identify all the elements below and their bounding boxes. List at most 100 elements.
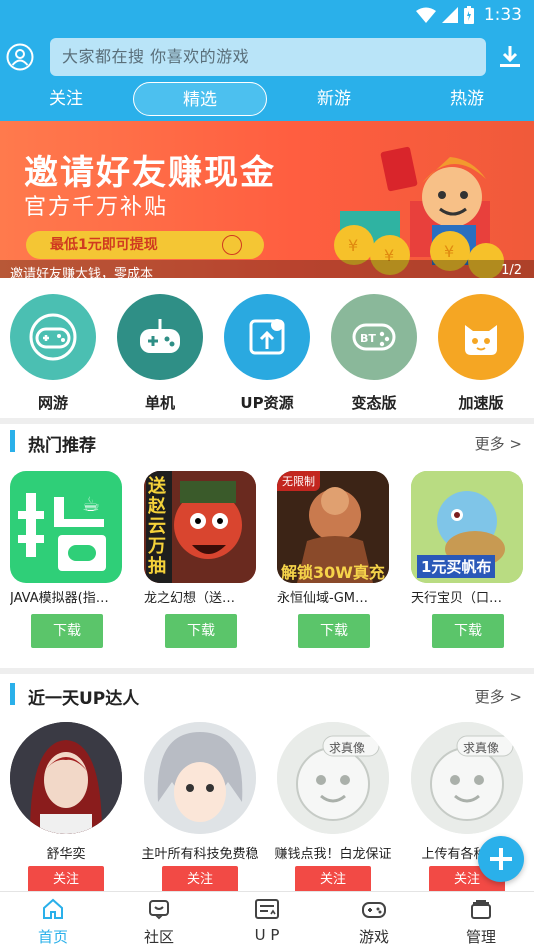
signal-icon xyxy=(441,7,458,23)
section-accent-bar xyxy=(10,683,15,705)
nav-manage[interactable]: 管理 xyxy=(436,896,526,947)
user-avatar: 求真像 xyxy=(277,722,389,834)
category-modded[interactable]: BT 变态版 xyxy=(331,294,417,413)
hot-section-title: 热门推荐 xyxy=(28,436,96,456)
status-icons: 1:33 xyxy=(415,4,522,26)
user-avatar xyxy=(144,722,256,834)
battery-icon xyxy=(463,6,474,24)
category-single-player[interactable]: 单机 xyxy=(117,294,203,413)
avatar-bubble-text: 求真像 xyxy=(329,741,366,755)
banner-subtitle: 官方千万补贴 xyxy=(24,195,169,220)
header: 1:33 大家都在搜 你喜欢的游戏 关注 精选 新游 热游 xyxy=(0,0,534,121)
nav-up[interactable]: U P xyxy=(222,896,312,944)
download-icon[interactable] xyxy=(498,44,522,70)
bottom-nav: 首页 社区 U P 游戏 管理 xyxy=(0,891,534,950)
up-more-link[interactable]: 更多 > xyxy=(475,686,522,707)
category-label: 变态版 xyxy=(351,394,397,412)
user-avatar-icon[interactable] xyxy=(6,43,34,71)
game-art-text: 解锁30W真充 xyxy=(281,563,385,582)
download-button[interactable]: 下载 xyxy=(432,614,504,648)
up-section-title: 近一天UP达人 xyxy=(28,689,140,709)
banner-illustration: ¥ ¥ ¥ xyxy=(334,146,504,278)
download-button[interactable]: 下载 xyxy=(165,614,237,648)
top-tabs: 关注 精选 新游 热游 xyxy=(0,82,534,118)
nav-label: U P xyxy=(254,926,280,944)
category-up-resources[interactable]: UP资源 xyxy=(224,294,310,413)
svg-text:¥: ¥ xyxy=(348,236,358,255)
nav-community[interactable]: 社区 xyxy=(114,896,204,947)
gamepad-icon xyxy=(117,294,203,380)
up-user-card[interactable] xyxy=(10,722,122,834)
user-avatar: 求真像 xyxy=(411,722,523,834)
nav-games[interactable]: 游戏 xyxy=(329,896,419,947)
category-label: 单机 xyxy=(144,394,175,412)
banner-title: 邀请好友赚现金 xyxy=(24,153,276,193)
user-name: 主叶所有科技免费稳 xyxy=(141,847,259,862)
game-name: 龙之幻想（送… xyxy=(144,591,236,606)
up-user-card[interactable]: 求真像 xyxy=(411,722,523,834)
category-label: UP资源 xyxy=(240,394,294,412)
svg-text:BT: BT xyxy=(360,332,376,345)
section-divider xyxy=(0,418,534,424)
add-fab-button[interactable] xyxy=(478,836,524,882)
status-bar: 1:33 xyxy=(0,0,534,30)
bt-gamepad-icon: BT xyxy=(331,294,417,380)
user-avatar xyxy=(10,722,122,834)
game-name: 永恒仙域-GM… xyxy=(277,591,368,606)
manage-icon xyxy=(471,900,491,919)
nav-label: 首页 xyxy=(37,928,68,946)
game-thumbnail: 1元买帆布 xyxy=(411,471,523,583)
banner-caption: 邀请好友赚大钱，零成本 xyxy=(10,267,154,282)
tab-hot-games[interactable]: 热游 xyxy=(431,82,503,116)
category-label: 加速版 xyxy=(458,394,504,412)
category-online-games[interactable]: 网游 xyxy=(10,294,96,413)
hot-more-link[interactable]: 更多 > xyxy=(475,433,522,454)
up-user-card[interactable] xyxy=(144,722,256,834)
follow-button[interactable]: 关注 xyxy=(295,866,371,894)
wifi-icon xyxy=(415,7,436,23)
game-card[interactable]: ☕ JAVA模拟器(指… xyxy=(10,471,122,606)
up-icon xyxy=(255,899,279,919)
user-name: 舒华奕 xyxy=(46,847,86,862)
game-name: 天行宝贝（口… xyxy=(411,591,503,606)
nav-home[interactable]: 首页 xyxy=(8,896,98,947)
arrow-right-icon xyxy=(222,235,242,255)
home-icon xyxy=(43,898,63,919)
svg-text:☕: ☕ xyxy=(82,492,100,516)
app-root: 1:33 大家都在搜 你喜欢的游戏 关注 精选 新游 热游 邀请好友赚现金 官方… xyxy=(0,0,534,950)
search-input[interactable]: 大家都在搜 你喜欢的游戏 xyxy=(50,38,486,76)
game-card[interactable]: 无限制 解锁30W真充 永恒仙域-GM… xyxy=(277,471,389,606)
gamepad-icon xyxy=(362,902,386,918)
tab-featured[interactable]: 精选 xyxy=(133,82,267,116)
banner-withdraw-button[interactable]: 最低1元即可提现 xyxy=(26,231,264,259)
follow-button[interactable]: 关注 xyxy=(162,866,238,894)
section-accent-bar xyxy=(10,430,15,452)
up-user-card[interactable]: 求真像 xyxy=(277,722,389,834)
game-card[interactable]: 送赵云万抽 龙之幻想（送… xyxy=(144,471,256,606)
cat-face-icon xyxy=(438,294,524,380)
game-badge: 无限制 xyxy=(277,471,320,491)
category-speedup[interactable]: 加速版 xyxy=(438,294,524,413)
game-card[interactable]: 1元买帆布 天行宝贝（口… xyxy=(411,471,523,606)
category-label: 网游 xyxy=(37,394,68,412)
banner-pill-label: 最低1元即可提现 xyxy=(50,237,158,253)
game-thumbnail: ☕ xyxy=(10,471,122,583)
game-name: JAVA模拟器(指… xyxy=(10,591,109,606)
status-time: 1:33 xyxy=(483,5,522,25)
upload-share-icon xyxy=(224,294,310,380)
game-art-text: 送赵云万抽 xyxy=(148,476,166,577)
plus-icon xyxy=(490,848,512,870)
download-button[interactable]: 下载 xyxy=(31,614,103,648)
section-divider xyxy=(0,668,534,674)
community-icon xyxy=(149,900,169,920)
game-thumbnail: 无限制 解锁30W真充 xyxy=(277,471,389,583)
game-art-text: 1元买帆布 xyxy=(417,555,496,578)
tab-new-games[interactable]: 新游 xyxy=(298,82,370,116)
tab-follow[interactable]: 关注 xyxy=(30,82,102,116)
follow-button[interactable]: 关注 xyxy=(28,866,104,894)
avatar-bubble-text: 求真像 xyxy=(463,741,500,755)
gamepad-ring-icon xyxy=(10,294,96,380)
user-name: 赚钱点我！白龙保证 xyxy=(274,847,392,862)
download-button[interactable]: 下载 xyxy=(298,614,370,648)
game-thumbnail: 送赵云万抽 xyxy=(144,471,256,583)
